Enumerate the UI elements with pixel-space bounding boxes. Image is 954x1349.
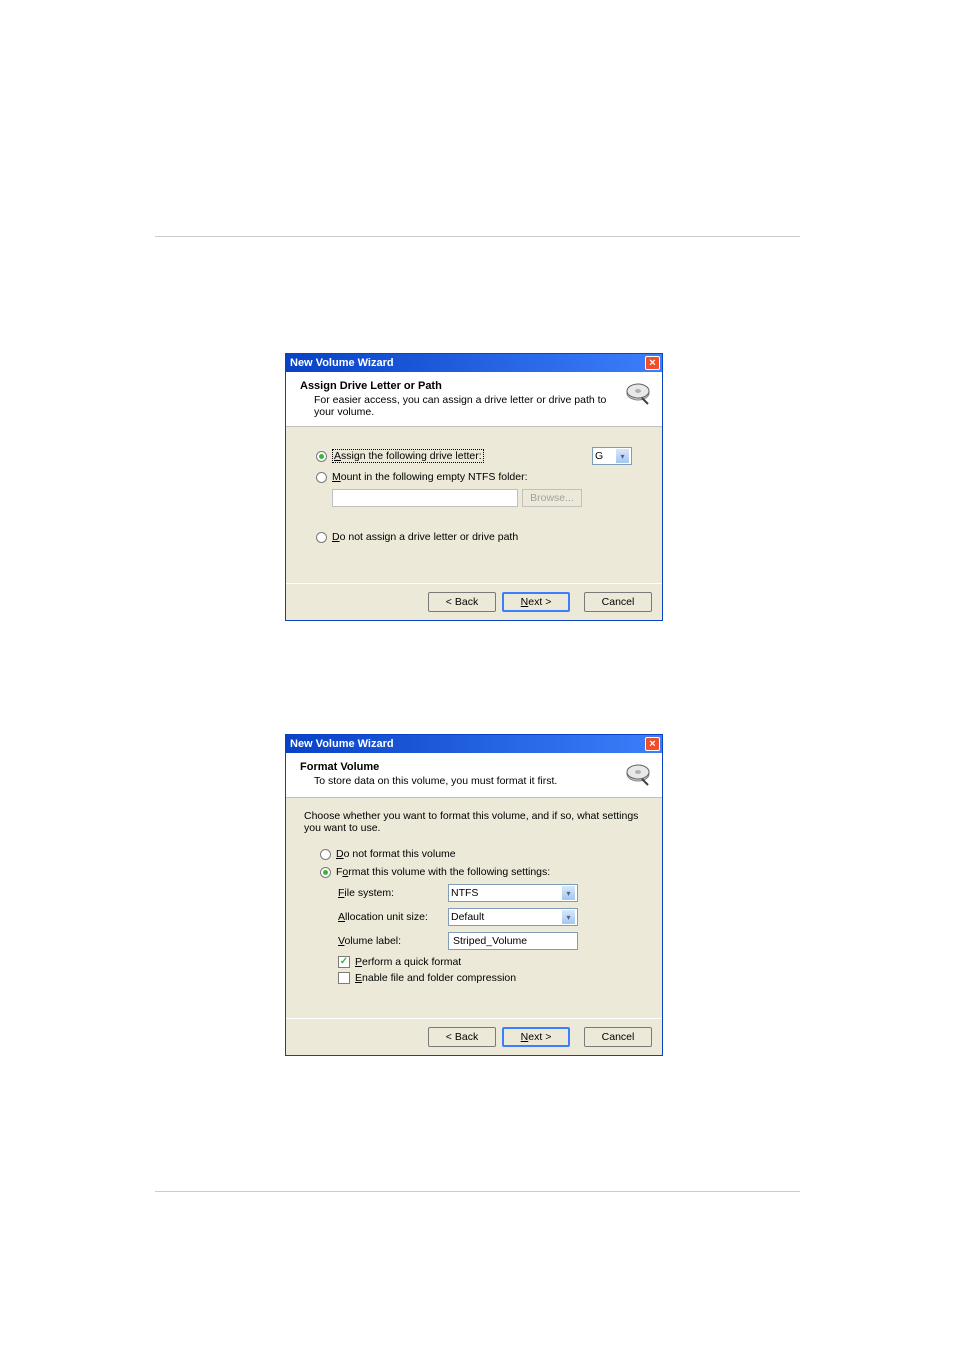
new-volume-wizard-format-dialog: New Volume Wizard × Format Volume To sto… xyxy=(285,734,663,1056)
allocation-unit-label: Allocation unit size: xyxy=(338,911,448,923)
chevron-down-icon: ▾ xyxy=(562,910,575,924)
next-button[interactable]: Next > xyxy=(502,1027,570,1047)
volume-label-label: Volume label: xyxy=(338,935,448,947)
close-icon: × xyxy=(649,358,655,369)
intro-text: Choose whether you want to format this v… xyxy=(304,810,644,834)
next-button[interactable]: Next > xyxy=(502,592,570,612)
horizontal-rule xyxy=(155,1191,800,1192)
wizard-body: Choose whether you want to format this v… xyxy=(286,798,662,998)
window-title: New Volume Wizard xyxy=(290,357,394,369)
radio-no-assign[interactable] xyxy=(316,532,327,543)
header-subtitle: To store data on this volume, you must f… xyxy=(300,775,624,787)
file-system-select[interactable]: NTFS ▾ xyxy=(448,884,578,902)
wizard-footer: < Back Next > Cancel xyxy=(286,1018,662,1055)
close-icon: × xyxy=(649,739,655,750)
radio-mount-folder[interactable] xyxy=(316,472,327,483)
compression-checkbox[interactable] xyxy=(338,972,350,984)
wizard-body: Assign the following drive letter: G ▾ M… xyxy=(286,427,662,559)
allocation-unit-select[interactable]: Default ▾ xyxy=(448,908,578,926)
back-button[interactable]: < Back xyxy=(428,592,496,612)
window-title: New Volume Wizard xyxy=(290,738,394,750)
file-system-label: File system: xyxy=(338,887,448,899)
allocation-unit-value: Default xyxy=(451,911,484,923)
radio-do-not-format-label: Do not format this volume xyxy=(336,848,456,860)
radio-do-not-format[interactable] xyxy=(320,849,331,860)
wizard-header: Assign Drive Letter or Path For easier a… xyxy=(286,372,662,427)
radio-assign-letter[interactable] xyxy=(316,451,327,462)
new-volume-wizard-assign-dialog: New Volume Wizard × Assign Drive Letter … xyxy=(285,353,663,621)
horizontal-rule xyxy=(155,236,800,237)
disk-icon xyxy=(624,380,652,408)
radio-format-settings[interactable] xyxy=(320,867,331,878)
wizard-footer: < Back Next > Cancel xyxy=(286,583,662,620)
ntfs-folder-input xyxy=(332,489,518,507)
browse-button: Browse... xyxy=(522,489,582,507)
volume-label-value: Striped_Volume xyxy=(453,935,527,947)
close-button[interactable]: × xyxy=(645,356,660,370)
titlebar[interactable]: New Volume Wizard × xyxy=(286,354,662,372)
radio-format-settings-label: Format this volume with the following se… xyxy=(336,866,550,878)
disk-icon xyxy=(624,761,652,789)
radio-mount-folder-label: Mount in the following empty NTFS folder… xyxy=(332,471,528,483)
cancel-button[interactable]: Cancel xyxy=(584,1027,652,1047)
drive-letter-value: G xyxy=(595,450,603,462)
radio-assign-letter-label: Assign the following drive letter: xyxy=(332,449,484,463)
chevron-down-icon: ▾ xyxy=(562,886,575,900)
radio-no-assign-label: Do not assign a drive letter or drive pa… xyxy=(332,531,518,543)
drive-letter-select[interactable]: G ▾ xyxy=(592,447,632,465)
titlebar[interactable]: New Volume Wizard × xyxy=(286,735,662,753)
volume-label-input[interactable]: Striped_Volume xyxy=(448,932,578,950)
quick-format-checkbox[interactable] xyxy=(338,956,350,968)
chevron-down-icon: ▾ xyxy=(616,449,629,463)
close-button[interactable]: × xyxy=(645,737,660,751)
quick-format-label: Perform a quick format xyxy=(355,956,461,968)
header-subtitle: For easier access, you can assign a driv… xyxy=(300,394,624,418)
back-button[interactable]: < Back xyxy=(428,1027,496,1047)
file-system-value: NTFS xyxy=(451,887,478,899)
header-title: Assign Drive Letter or Path xyxy=(300,380,624,392)
compression-label: Enable file and folder compression xyxy=(355,972,516,984)
wizard-header: Format Volume To store data on this volu… xyxy=(286,753,662,798)
header-title: Format Volume xyxy=(300,761,624,773)
cancel-button[interactable]: Cancel xyxy=(584,592,652,612)
